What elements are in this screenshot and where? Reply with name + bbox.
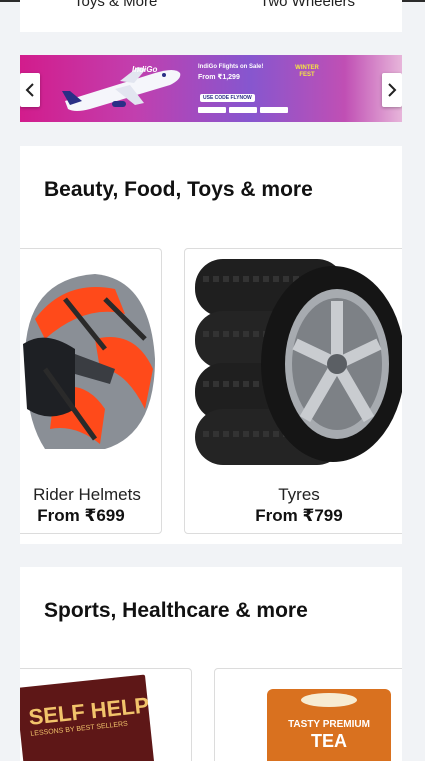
- section-title: Sports, Healthcare & more: [44, 599, 308, 622]
- tea-pack-word: TEA: [311, 731, 347, 751]
- category-label-toys[interactable]: Toys & More: [74, 0, 157, 10]
- banner-headline: IndiGo Flights on Sale!: [198, 64, 264, 70]
- winter-fest-badge: WINTER FEST: [295, 65, 319, 78]
- section-sports-healthcare: Sports, Healthcare & more SELF HELP LESS…: [20, 567, 402, 761]
- promo-banner[interactable]: IndiGo IndiGo Flights on Sale! From ₹1,2…: [20, 55, 402, 122]
- helmet-image: [23, 274, 155, 449]
- banner-prev-button[interactable]: [20, 73, 40, 107]
- tea-pack-title: TASTY PREMIUM: [288, 719, 370, 730]
- chevron-right-icon: [388, 83, 397, 97]
- category-row-card: Toys & More Two Wheelers: [20, 0, 402, 32]
- product-name: Tyres: [278, 485, 320, 504]
- banner-next-button[interactable]: [382, 73, 402, 107]
- tea-pack-image: TASTY PREMIUM TEA: [267, 689, 391, 761]
- product-name: Rider Helmets: [33, 485, 141, 504]
- product-price: From ₹799: [255, 506, 343, 525]
- tyres-image: [195, 259, 402, 465]
- product-card-books[interactable]: SELF HELP LESSONS BY BEST SELLERS: [20, 668, 192, 761]
- section-title: Beauty, Food, Toys & more: [44, 178, 313, 201]
- section-beauty-food-toys: Beauty, Food, Toys & more Rider Helmets …: [20, 146, 402, 544]
- product-price: From ₹699: [37, 506, 125, 525]
- airplane-illustration: [62, 67, 181, 111]
- tea-pack-logo: [301, 693, 357, 707]
- banner-code: USE CODE FLYNOW: [200, 94, 255, 102]
- product-card-helmets[interactable]: Rider Helmets From ₹699: [20, 248, 162, 534]
- indigo-logo: IndiGo: [132, 65, 158, 74]
- book-cover-image: SELF HELP LESSONS BY BEST SELLERS: [20, 674, 157, 761]
- chevron-left-icon: [25, 83, 34, 97]
- product-card-tea[interactable]: TASTY PREMIUM TEA: [214, 668, 402, 761]
- bank-offer-strip: [198, 107, 288, 113]
- category-label-two-wheelers[interactable]: Two Wheelers: [260, 0, 355, 10]
- banner-price: From ₹1,299: [198, 74, 240, 81]
- product-card-tyres[interactable]: Tyres From ₹799: [184, 248, 402, 534]
